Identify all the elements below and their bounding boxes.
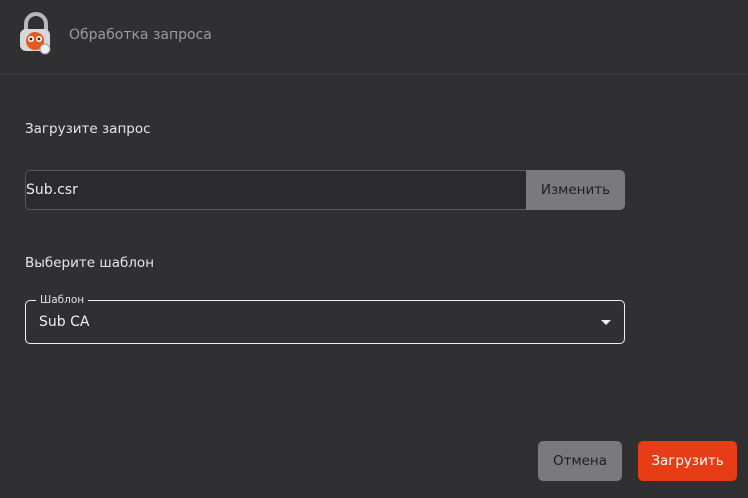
file-name-input[interactable] [25,170,526,210]
dialog-header: Обработка запроса [0,0,748,75]
upload-section-label: Загрузите запрос [25,121,151,137]
dialog-title: Обработка запроса [69,27,212,43]
cancel-button[interactable]: Отмена [538,441,622,481]
file-picker: Изменить [25,170,625,210]
upload-button[interactable]: Загрузить [638,441,737,481]
template-select-value: Sub CA [39,314,90,330]
chevron-down-icon[interactable] [601,320,611,325]
change-file-button[interactable]: Изменить [526,170,625,210]
template-select[interactable]: Шаблон Sub CA [25,293,625,344]
template-section-label: Выберите шаблон [25,255,155,271]
template-select-legend: Шаблон [36,293,89,307]
padlock-mascot-icon [20,12,51,55]
